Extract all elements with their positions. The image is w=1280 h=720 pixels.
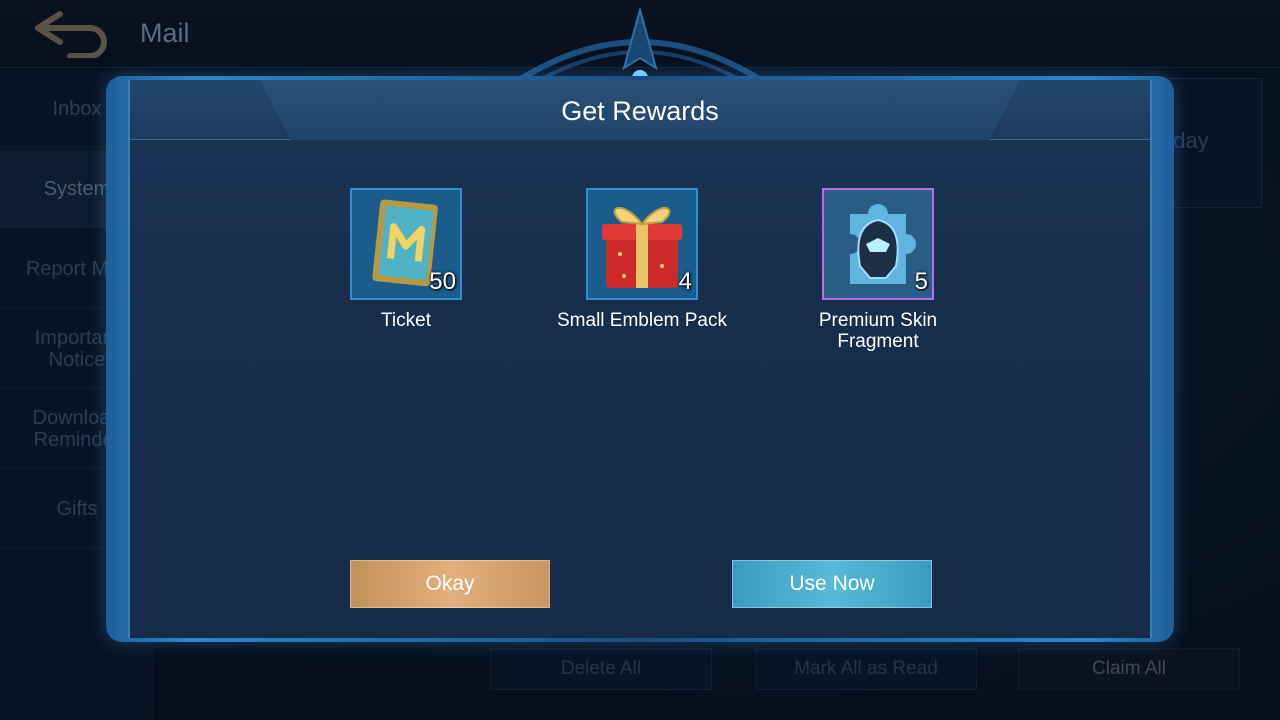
- reward-label: Ticket: [381, 310, 431, 331]
- reward-quantity: 5: [914, 268, 928, 295]
- use-now-button[interactable]: Use Now: [732, 560, 932, 608]
- skin-fragment-icon: [850, 204, 916, 284]
- reward-item-small-emblem-pack[interactable]: 4 Small Emblem Pack: [542, 188, 742, 331]
- reward-slot: 4: [586, 188, 698, 300]
- reward-item-premium-skin-fragment[interactable]: 5 Premium Skin Fragment: [778, 188, 978, 352]
- reward-slot: 50: [350, 188, 462, 300]
- reward-quantity: 50: [429, 268, 456, 295]
- reward-slot: 5: [822, 188, 934, 300]
- okay-button[interactable]: Okay: [350, 560, 550, 608]
- gift-box-icon: [602, 206, 682, 288]
- reward-item-ticket[interactable]: 50 Ticket: [306, 188, 506, 331]
- reward-label: Small Emblem Pack: [557, 310, 727, 331]
- reward-quantity: 4: [678, 268, 692, 295]
- rewards-dialog: Get Rewards 50 Ticket 4 Small Emblem Pac…: [128, 80, 1152, 638]
- dialog-title: Get Rewards: [561, 96, 719, 126]
- reward-label: Premium Skin Fragment: [818, 310, 938, 352]
